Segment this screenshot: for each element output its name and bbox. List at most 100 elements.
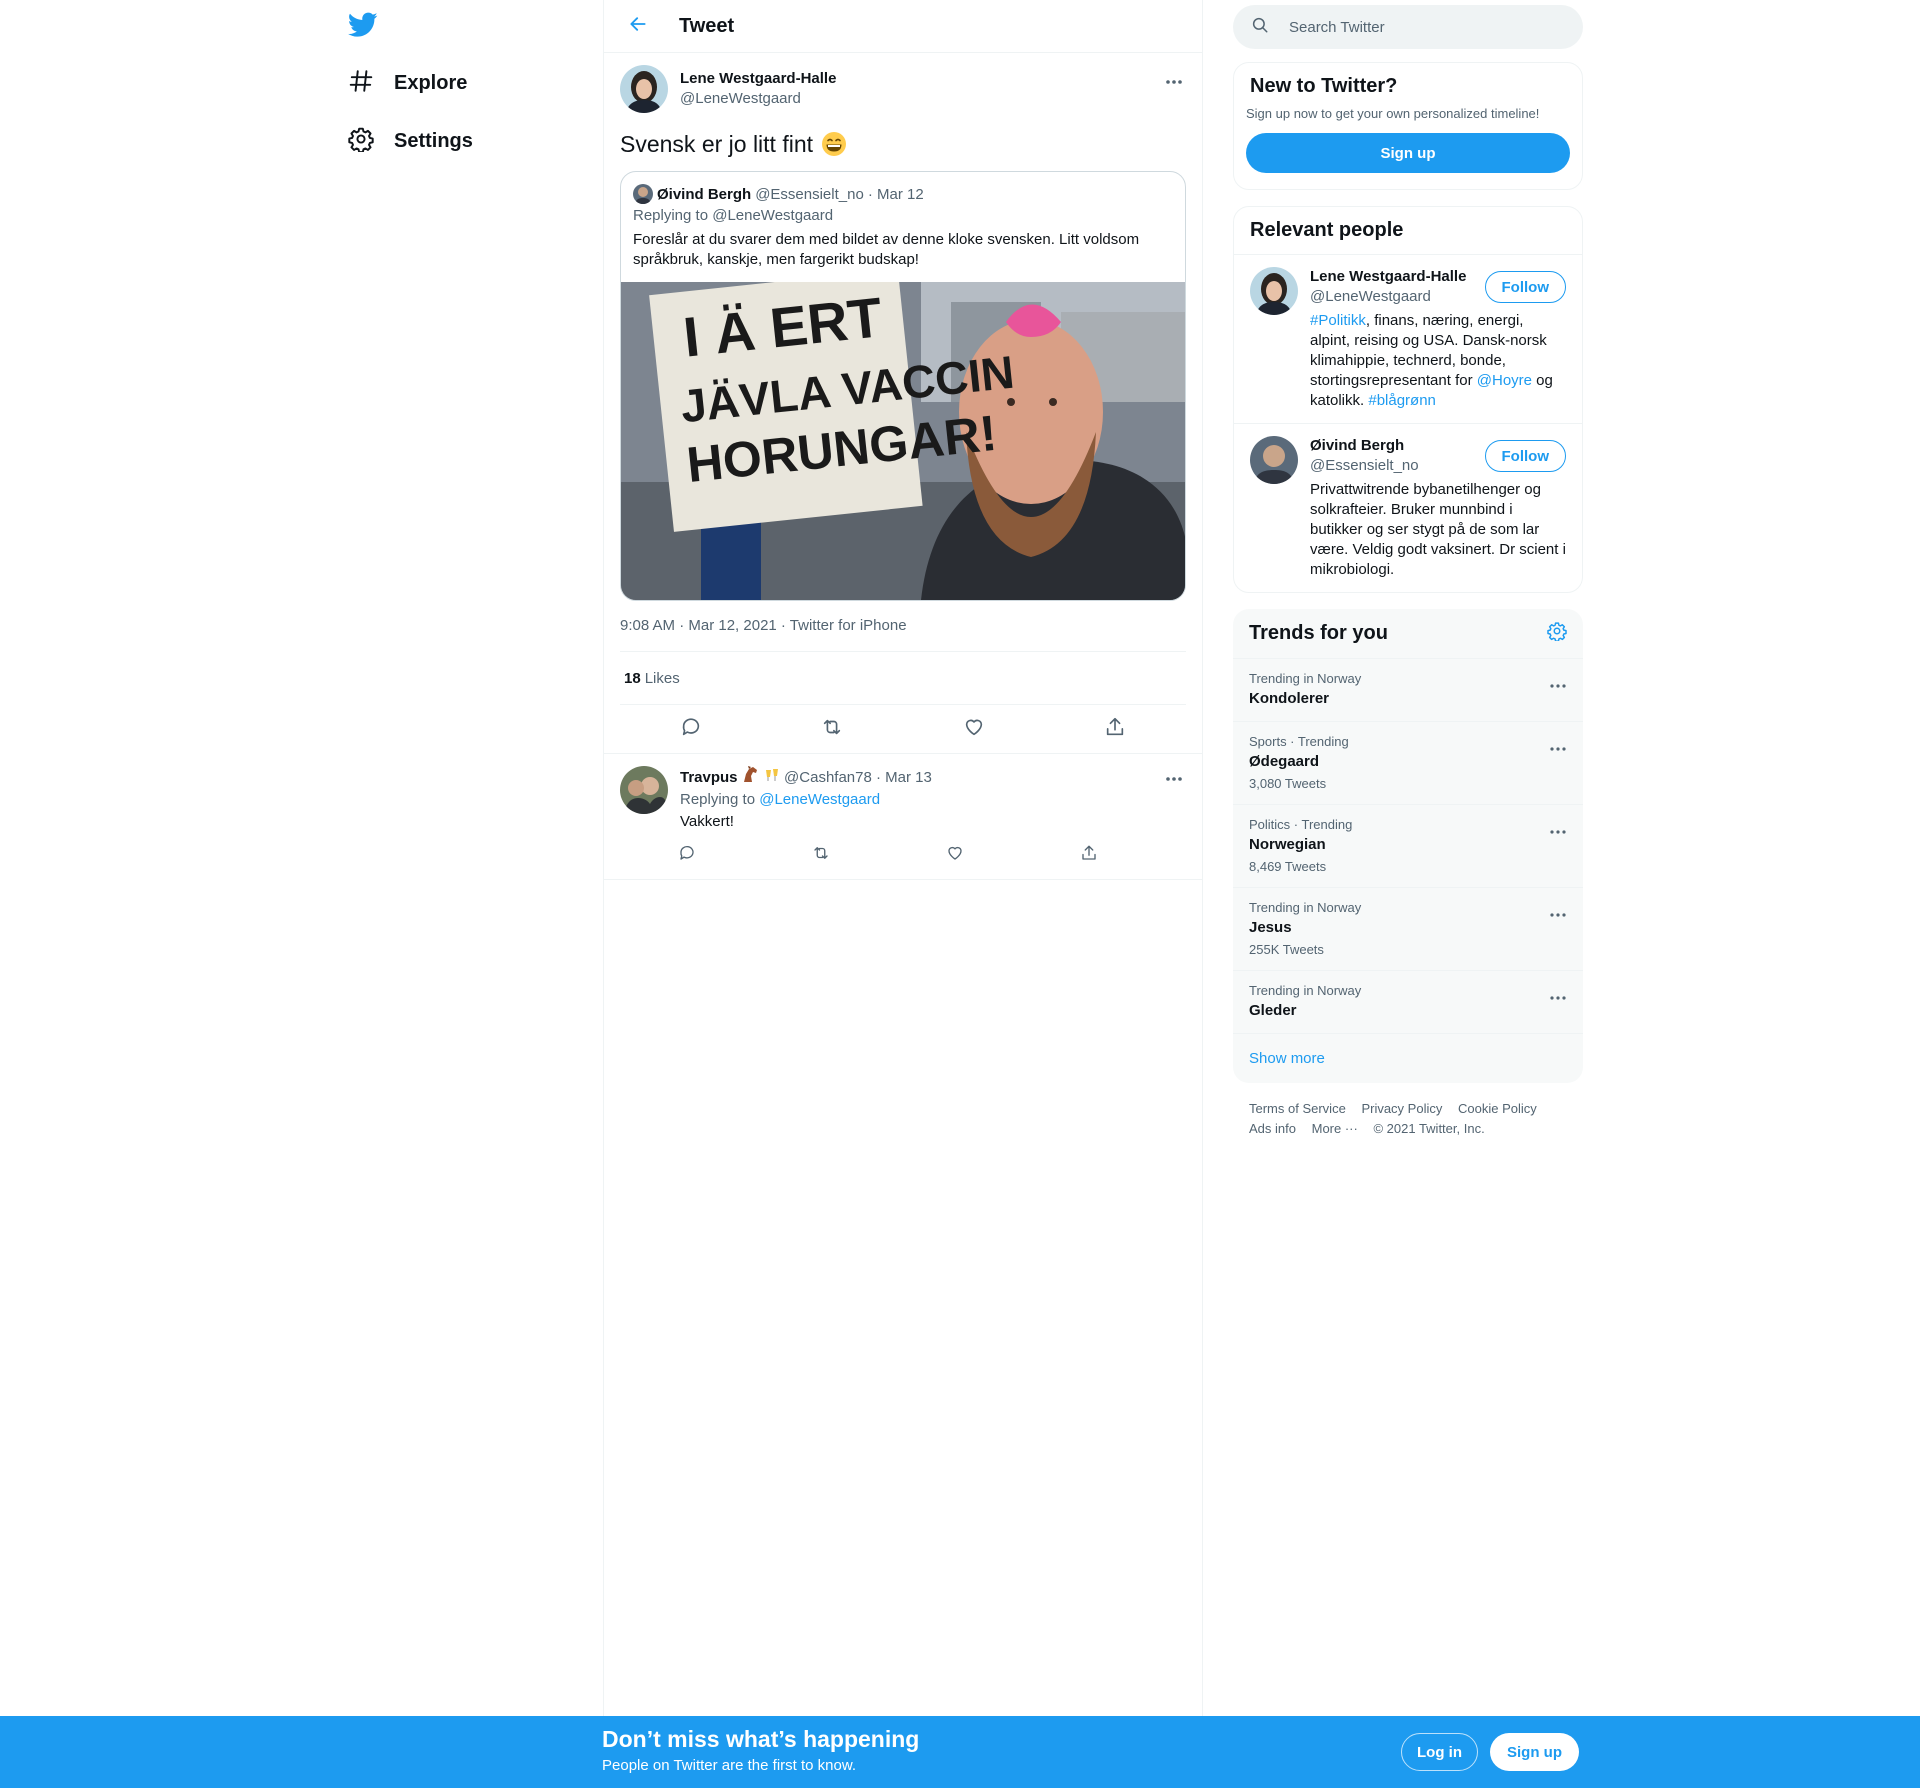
tweet-actions	[620, 705, 1186, 753]
sign-up-button[interactable]: Sign up	[1490, 1733, 1579, 1771]
trend-more-button[interactable]	[1545, 734, 1571, 760]
person-item[interactable]: Lene Westgaard-Halle @LeneWestgaard #Pol…	[1234, 254, 1582, 423]
reply-author-handle[interactable]: @Cashfan78	[784, 769, 872, 786]
quote-date: · Mar 12	[867, 185, 924, 203]
person-item[interactable]: Øivind Bergh @Essensielt_no Privattwitre…	[1234, 423, 1582, 592]
trend-item[interactable]: Trending in Norway Gleder	[1233, 971, 1583, 1034]
trend-context: Sports · Trending	[1249, 734, 1349, 749]
grinning-face-emoji-icon	[821, 131, 847, 157]
signup-banner: Don’t miss what’s happening People on Tw…	[0, 1716, 1920, 1788]
replying-to-link[interactable]: @LeneWestgaard	[759, 791, 880, 808]
like-button[interactable]	[957, 712, 991, 746]
gear-icon	[348, 126, 374, 157]
reply-button[interactable]	[674, 712, 708, 746]
search-input[interactable]	[1289, 18, 1549, 36]
quote-image[interactable]: I Ä ERT JÄVLA VACCIN HORUNGAR!	[621, 269, 1185, 600]
avatar[interactable]	[1250, 436, 1298, 484]
back-button[interactable]	[621, 9, 655, 43]
share-icon	[1080, 844, 1098, 869]
trend-context: Trending in Norway	[1249, 983, 1362, 998]
footer-link-terms[interactable]: Terms of Service	[1249, 1101, 1346, 1116]
nav-item-settings[interactable]: Settings	[348, 121, 473, 161]
tweet-timestamp[interactable]: 9:08 AM · Mar 12, 2021 · Twitter for iPh…	[620, 617, 1186, 652]
retweet-button[interactable]	[804, 839, 838, 873]
author-name[interactable]: Lene Westgaard-Halle	[680, 69, 836, 89]
heart-icon	[946, 844, 964, 869]
gear-icon[interactable]	[1547, 621, 1567, 646]
reply-author-name[interactable]: Travpus	[680, 769, 738, 786]
likes-row[interactable]: 18 Likes	[620, 652, 1186, 705]
trend-item[interactable]: Sports · Trending Ødegaard 3,080 Tweets	[1233, 722, 1583, 805]
reply-button[interactable]	[670, 839, 704, 873]
more-options-button[interactable]	[1160, 67, 1188, 95]
cheers-emoji-icon	[764, 769, 780, 786]
sign-up-button[interactable]: Sign up	[1246, 133, 1570, 173]
arrow-left-icon	[628, 14, 648, 39]
nav-item-label: Settings	[394, 129, 473, 152]
search-box[interactable]	[1233, 5, 1583, 49]
follow-button[interactable]: Follow	[1484, 440, 1566, 472]
person-bio: Privattwitrende bybanetilhenger og solkr…	[1310, 481, 1566, 578]
likes-label: Likes	[644, 669, 680, 687]
share-button[interactable]	[1072, 839, 1106, 873]
ellipsis-icon	[1550, 738, 1566, 756]
share-button[interactable]	[1098, 712, 1132, 746]
reply-tweet[interactable]: Travpus @Cashfan78 · Mar 13 Replying to …	[604, 753, 1202, 880]
reply-icon	[680, 716, 702, 743]
trend-count: 255K Tweets	[1249, 942, 1324, 957]
ellipsis-icon	[1165, 769, 1183, 787]
retweet-button[interactable]	[815, 712, 849, 746]
trend-more-button[interactable]	[1545, 671, 1571, 697]
nav-item-label: Explore	[394, 71, 468, 94]
card-subtitle: Sign up now to get your own personalized…	[1246, 106, 1540, 121]
more-options-button[interactable]	[1160, 764, 1188, 792]
reply-actions	[670, 839, 1106, 873]
avatar[interactable]	[620, 65, 668, 113]
ellipsis-icon	[1550, 675, 1566, 693]
trend-more-button[interactable]	[1545, 983, 1571, 1009]
trend-item[interactable]: Trending in Norway Jesus 255K Tweets	[1233, 888, 1583, 971]
main-column: Tweet Lene Westgaard-Halle @LeneWestgaar…	[603, 0, 1203, 1716]
log-in-button[interactable]: Log in	[1401, 1733, 1478, 1771]
card-title: Relevant people	[1250, 219, 1404, 241]
trend-more-button[interactable]	[1545, 817, 1571, 843]
like-button[interactable]	[938, 839, 972, 873]
ellipsis-icon	[1550, 904, 1566, 922]
replying-to-prefix: Replying to	[680, 791, 756, 808]
footer-link-more[interactable]: More ···	[1312, 1121, 1358, 1136]
copyright: © 2021 Twitter, Inc.	[1373, 1121, 1485, 1136]
author-handle[interactable]: @LeneWestgaard	[680, 89, 836, 109]
show-more-link[interactable]: Show more	[1233, 1034, 1583, 1083]
trend-context: Politics · Trending	[1249, 817, 1353, 832]
trend-more-button[interactable]	[1545, 900, 1571, 926]
footer-link-cookies[interactable]: Cookie Policy	[1458, 1101, 1537, 1116]
footer-link-privacy[interactable]: Privacy Policy	[1361, 1101, 1442, 1116]
trend-name: Ødegaard	[1249, 753, 1320, 770]
trend-count: 3,080 Tweets	[1249, 776, 1327, 791]
reply-date[interactable]: · Mar 13	[876, 769, 932, 786]
ellipsis-icon	[1550, 821, 1566, 839]
main-tweet: Lene Westgaard-Halle @LeneWestgaard Sven…	[604, 53, 1202, 753]
avatar[interactable]	[620, 766, 668, 814]
mention-link[interactable]: @Hoyre	[1477, 372, 1532, 389]
trend-context: Trending in Norway	[1249, 900, 1362, 915]
page-title: Tweet	[679, 14, 735, 37]
quoted-tweet[interactable]: Øivind Bergh @Essensielt_no · Mar 12 Rep…	[620, 171, 1186, 601]
trends-card: Trends for you Trending in Norway Kondol…	[1233, 609, 1583, 1083]
trend-item[interactable]: Trending in Norway Kondolerer	[1233, 659, 1583, 722]
card-title: Trends for you	[1249, 622, 1388, 644]
hashtag-link[interactable]: #Politikk	[1310, 312, 1366, 329]
twitter-logo-icon[interactable]	[348, 12, 378, 38]
relevant-people-card: Relevant people Lene Westgaard-Halle @Le…	[1233, 206, 1583, 593]
footer-link-ads[interactable]: Ads info	[1249, 1121, 1296, 1136]
hashtag-icon	[348, 68, 374, 99]
tweet-author: Lene Westgaard-Halle @LeneWestgaard	[620, 65, 1186, 113]
tweet-text: Svensk er jo litt fint	[620, 129, 1186, 159]
trend-name: Gleder	[1249, 1002, 1297, 1019]
avatar[interactable]	[1250, 267, 1298, 315]
trend-item[interactable]: Politics · Trending Norwegian 8,469 Twee…	[1233, 805, 1583, 888]
follow-button[interactable]: Follow	[1484, 271, 1566, 303]
nav-item-explore[interactable]: Explore	[348, 63, 467, 103]
horse-emoji-icon	[742, 766, 760, 786]
hashtag-link[interactable]: #blågrønn	[1368, 392, 1436, 409]
